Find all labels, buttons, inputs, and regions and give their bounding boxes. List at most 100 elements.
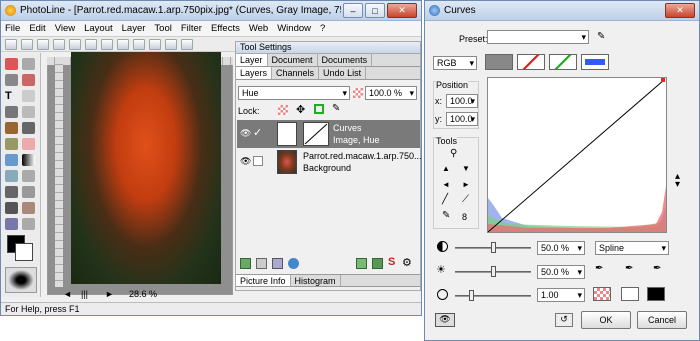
green-curve-button[interactable] [549,54,577,70]
reset-icon[interactable]: ↺ [555,313,573,327]
cut-icon[interactable] [69,38,81,50]
x-field[interactable]: 100.0 [446,94,478,108]
hand-tool-icon[interactable] [22,202,35,214]
black-color-swatch[interactable] [647,287,665,301]
preview-eye-icon[interactable]: 👁 [435,313,455,327]
contrast-slider-knob[interactable] [491,242,496,253]
gamma-slider-knob[interactable] [469,290,474,301]
menu-layer[interactable]: Layer [122,23,146,34]
tab-layers[interactable]: Layers [236,67,273,79]
undo-icon[interactable] [117,38,129,50]
tab-picture-info[interactable]: Picture Info [236,275,291,286]
lasso-tool-icon[interactable] [22,58,35,70]
layer-link-icon[interactable] [253,156,263,166]
ok-button[interactable]: OK [581,311,631,329]
menu-edit[interactable]: Edit [29,23,45,34]
background-color-swatch[interactable] [15,243,33,261]
edit-preset-icon[interactable]: ✎ [597,31,605,42]
brightness-slider-knob[interactable] [491,266,496,277]
pencil-curve-icon[interactable]: ✎ [442,210,450,221]
text-tool-icon[interactable]: T [5,90,18,102]
curve-graph[interactable] [487,77,667,233]
curve-graph-svg[interactable] [487,78,666,233]
eraser-tool-icon[interactable] [22,138,35,150]
curve-line[interactable] [487,79,665,233]
effects-icon[interactable] [372,258,383,269]
transform-tool-icon[interactable] [22,106,35,118]
cancel-button[interactable]: Cancel [637,311,687,329]
arrow-left-icon[interactable]: ◄ [442,180,450,189]
blur-tool-icon[interactable] [5,170,18,182]
print-icon[interactable] [53,38,65,50]
clone-tool-icon[interactable] [5,138,18,150]
grid-icon[interactable] [165,38,177,50]
layer-check-icon[interactable]: ✓ [253,126,262,139]
contrast-value[interactable]: 50.0 % [537,241,585,255]
fill-tool-icon[interactable] [5,154,18,166]
preset-select[interactable] [487,30,589,44]
dodge-tool-icon[interactable] [5,186,18,198]
lock-edit-icon[interactable]: ✎ [332,103,340,114]
save-icon[interactable] [37,38,49,50]
open-icon[interactable] [21,38,33,50]
interpolation-select[interactable]: Spline [595,241,669,255]
tab-histogram[interactable]: Histogram [291,275,341,286]
gamma-value[interactable]: 1.00 [537,288,585,302]
arrow-right-icon[interactable]: ► [462,180,470,189]
tab-document[interactable]: Document [268,54,318,66]
layer-info-icon[interactable] [288,258,299,269]
zoom-icon[interactable] [149,38,161,50]
graph-resize-down-icon[interactable]: ▾ [675,179,680,190]
lock-frame-icon[interactable] [314,104,324,114]
menu-web[interactable]: Web [249,23,268,34]
script-icon[interactable]: S [388,256,395,268]
lock-position-icon[interactable]: ✥ [296,103,305,116]
menu-help[interactable]: ? [320,23,325,34]
settings-gear-icon[interactable]: ⚙ [402,256,412,269]
smudge-tool-icon[interactable] [22,170,35,182]
adjustment-icon[interactable] [356,258,367,269]
paste-icon[interactable] [101,38,113,50]
menu-layout[interactable]: Layout [84,23,113,34]
channel-select[interactable]: RGB [433,56,477,70]
layer-properties-icon[interactable] [272,258,283,269]
layer-row-curves[interactable]: 👁 ✓ Curves Image, Hue [237,120,420,148]
minimize-button[interactable]: – [343,3,363,18]
redo-icon[interactable] [133,38,145,50]
y-field[interactable]: 100.0 [446,112,478,126]
shape-tool-icon[interactable] [22,90,35,102]
ellipse-tool-icon[interactable] [22,74,35,86]
menu-effects[interactable]: Effects [211,23,240,34]
red-curve-button[interactable] [517,54,545,70]
white-color-swatch[interactable] [621,287,639,301]
new-layer-icon[interactable] [240,258,251,269]
layer-row-background[interactable]: 👁 Parrot.red.macaw.1.arp.750... Backgrou… [237,148,422,176]
menu-view[interactable]: View [55,23,75,34]
blue-curve-button[interactable] [581,54,609,70]
opacity-field[interactable]: 100.0 % [365,86,417,100]
visibility-eye-icon[interactable]: 👁 [240,128,251,139]
scroll-right-button[interactable]: ► [105,289,114,299]
copy-icon[interactable] [85,38,97,50]
scroll-left-button[interactable]: ◄ [63,289,72,299]
arrow-up-icon[interactable]: ▲ [442,164,450,173]
tab-documents[interactable]: Documents [318,54,373,66]
gradient-tool-icon[interactable] [22,154,35,166]
gamma-slider-track[interactable] [455,295,531,297]
menu-file[interactable]: File [5,23,20,34]
move-tool-icon[interactable] [5,74,18,86]
parrot-image[interactable] [71,52,221,284]
blend-mode-select[interactable]: Hue [238,86,350,100]
new-icon[interactable] [5,38,17,50]
smooth-tool-icon[interactable]: ⟋ [462,194,469,205]
tab-undo-list[interactable]: Undo List [319,67,367,79]
curves-close-button[interactable]: ✕ [665,3,695,18]
white-eyedropper-icon[interactable]: ✒ [653,263,661,274]
menu-window[interactable]: Window [277,23,311,34]
menu-tool[interactable]: Tool [154,23,171,34]
curve-end-point[interactable] [661,78,665,82]
gray-curve-button[interactable] [485,54,513,70]
measure-tool-icon[interactable] [22,218,35,230]
lock-transparency-icon[interactable] [278,105,288,115]
tab-layer[interactable]: Layer [236,54,268,66]
